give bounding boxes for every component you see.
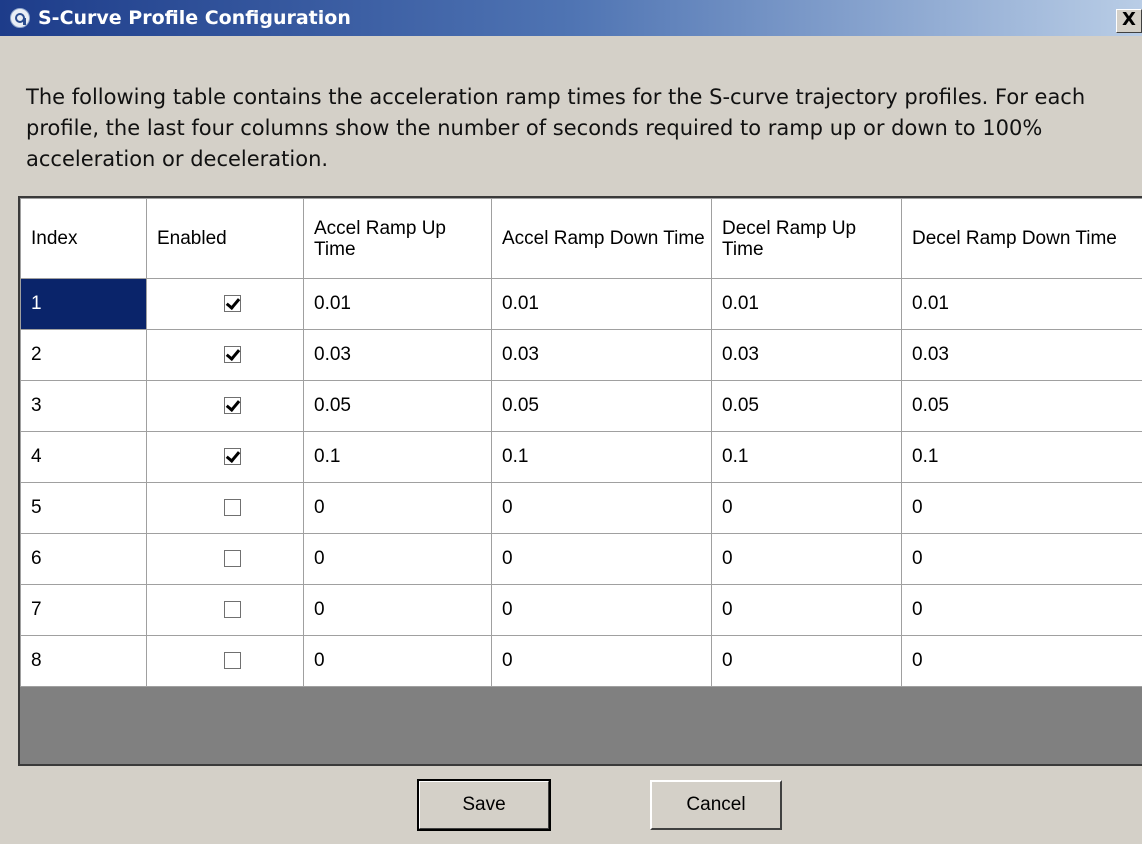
profile-table: Index Enabled Accel Ramp Up Time Accel R… [20,198,1142,687]
cell-index[interactable]: 2 [20,329,147,381]
table-row[interactable]: 50000 [20,482,1142,534]
app-logo-icon [10,8,30,28]
cell-enabled [146,635,304,687]
cell-decel-ramp-up[interactable]: 0 [711,635,902,687]
cell-enabled [146,278,304,330]
column-header-decel-ramp-up[interactable]: Decel Ramp Up Time [711,198,902,279]
title-bar[interactable]: S-Curve Profile Configuration X [0,0,1142,36]
table-row[interactable]: 2 0.03 0.03 0.03 0.03 [20,329,1142,381]
button-row: Save Cancel [0,779,1142,844]
column-header-index[interactable]: Index [20,198,147,279]
cell-accel-ramp-up[interactable]: 0.03 [303,329,492,381]
table-row[interactable]: 70000 [20,584,1142,636]
cell-index[interactable]: 7 [20,584,147,636]
cell-accel-ramp-down[interactable]: 0.01 [491,278,712,330]
cell-index[interactable]: 1 [20,278,147,330]
enabled-checkbox[interactable] [224,346,241,364]
profile-grid: Index Enabled Accel Ramp Up Time Accel R… [18,196,1142,766]
cell-decel-ramp-down[interactable]: 0 [901,533,1142,585]
cell-decel-ramp-up[interactable]: 0 [711,584,902,636]
cell-decel-ramp-down[interactable]: 0.05 [901,380,1142,432]
cell-decel-ramp-down[interactable]: 0 [901,635,1142,687]
enabled-checkbox[interactable] [224,448,241,466]
cell-accel-ramp-down[interactable]: 0 [491,482,712,534]
cell-decel-ramp-up[interactable]: 0.1 [711,431,902,483]
description-text: The following table contains the acceler… [26,85,1086,171]
save-button[interactable]: Save [417,779,551,831]
cell-accel-ramp-up[interactable]: 0 [303,635,492,687]
cell-enabled [146,380,304,432]
column-header-accel-ramp-down[interactable]: Accel Ramp Down Time [491,198,712,279]
cell-accel-ramp-up[interactable]: 0.05 [303,380,492,432]
cell-decel-ramp-up[interactable]: 0 [711,533,902,585]
cell-decel-ramp-down[interactable]: 0.03 [901,329,1142,381]
cell-accel-ramp-up[interactable]: 0.01 [303,278,492,330]
cell-decel-ramp-up[interactable]: 0.01 [711,278,902,330]
cell-index[interactable]: 3 [20,380,147,432]
table-row[interactable]: 1 0.01 0.01 0.01 0.01 [20,278,1142,330]
cell-decel-ramp-up[interactable]: 0.05 [711,380,902,432]
cell-decel-ramp-up[interactable]: 0 [711,482,902,534]
cell-index[interactable]: 8 [20,635,147,687]
enabled-checkbox[interactable] [224,499,241,517]
cell-accel-ramp-up[interactable]: 0.1 [303,431,492,483]
enabled-checkbox[interactable] [224,601,241,619]
cell-accel-ramp-down[interactable]: 0 [491,533,712,585]
cell-accel-ramp-down[interactable]: 0.05 [491,380,712,432]
column-header-decel-ramp-down[interactable]: Decel Ramp Down Time [901,198,1142,279]
cell-enabled [146,584,304,636]
column-header-accel-ramp-up[interactable]: Accel Ramp Up Time [303,198,492,279]
column-header-enabled[interactable]: Enabled [146,198,304,279]
close-button[interactable]: X [1116,9,1142,33]
cell-enabled [146,482,304,534]
cell-enabled [146,431,304,483]
s-curve-dialog: S-Curve Profile Configuration X The foll… [0,0,1142,844]
cell-index[interactable]: 4 [20,431,147,483]
table-row[interactable]: 3 0.05 0.05 0.05 0.05 [20,380,1142,432]
table-row[interactable]: 4 0.1 0.1 0.1 0.1 [20,431,1142,483]
cell-index[interactable]: 5 [20,482,147,534]
cell-accel-ramp-up[interactable]: 0 [303,533,492,585]
enabled-checkbox[interactable] [224,397,241,415]
cell-enabled [146,533,304,585]
cell-accel-ramp-down[interactable]: 0.1 [491,431,712,483]
header-row: Index Enabled Accel Ramp Up Time Accel R… [20,198,1142,279]
cell-index[interactable]: 6 [20,533,147,585]
cell-decel-ramp-down[interactable]: 0.1 [901,431,1142,483]
cell-decel-ramp-down[interactable]: 0 [901,482,1142,534]
enabled-checkbox[interactable] [224,550,241,568]
cell-decel-ramp-down[interactable]: 0 [901,584,1142,636]
cell-enabled [146,329,304,381]
cell-accel-ramp-down[interactable]: 0.03 [491,329,712,381]
cancel-button[interactable]: Cancel [650,780,782,830]
cell-accel-ramp-up[interactable]: 0 [303,584,492,636]
cell-accel-ramp-up[interactable]: 0 [303,482,492,534]
cell-decel-ramp-up[interactable]: 0.03 [711,329,902,381]
cell-accel-ramp-down[interactable]: 0 [491,635,712,687]
window-title: S-Curve Profile Configuration [38,7,351,29]
enabled-checkbox[interactable] [224,652,241,670]
cell-accel-ramp-down[interactable]: 0 [491,584,712,636]
cell-decel-ramp-down[interactable]: 0.01 [901,278,1142,330]
enabled-checkbox[interactable] [224,295,241,313]
table-row[interactable]: 60000 [20,533,1142,585]
table-row[interactable]: 80000 [20,635,1142,687]
